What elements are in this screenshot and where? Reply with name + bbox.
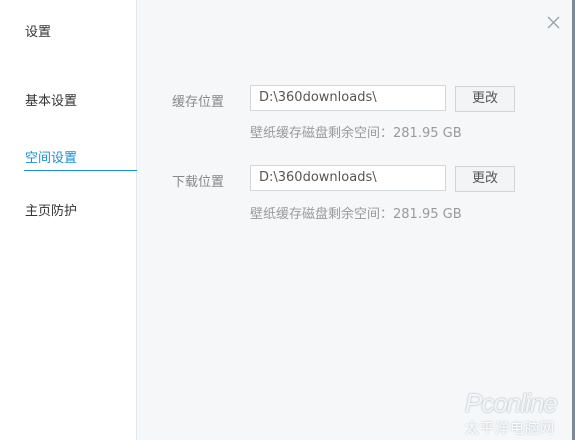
download-location-label: 下载位置 <box>172 175 225 190</box>
cache-space-info: 壁纸缓存磁盘剩余空间：281.95 GB <box>250 126 462 141</box>
window-title: 设置 <box>25 25 52 40</box>
download-space-info: 壁纸缓存磁盘剩余空间：281.95 GB <box>250 207 462 222</box>
cache-location-label: 缓存位置 <box>172 95 225 110</box>
watermark-subtitle: 太平洋电脑网 <box>465 421 555 437</box>
cache-path-field[interactable]: D:\360downloads\ <box>250 85 446 111</box>
sidebar-item-space-settings[interactable]: 空间设置 <box>25 147 137 166</box>
close-icon <box>547 16 560 29</box>
pconline-watermark: Pconline 太平洋电脑网 <box>455 380 570 437</box>
sidebar-item-homepage-protection[interactable]: 主页防护 <box>25 200 137 219</box>
change-cache-location-button[interactable]: 更改 <box>455 86 515 112</box>
settings-window: 设置 基本设置 空间设置 主页防护 缓存位置 D:\360downloads\ … <box>0 0 575 440</box>
sidebar: 设置 基本设置 空间设置 主页防护 <box>0 0 137 440</box>
change-download-location-button[interactable]: 更改 <box>455 166 515 192</box>
download-path-field[interactable]: D:\360downloads\ <box>250 165 446 191</box>
watermark-brand: Pconline <box>465 388 558 418</box>
active-tab-indicator <box>24 170 137 171</box>
sidebar-item-basic-settings[interactable]: 基本设置 <box>25 90 137 109</box>
close-button[interactable] <box>541 10 565 34</box>
